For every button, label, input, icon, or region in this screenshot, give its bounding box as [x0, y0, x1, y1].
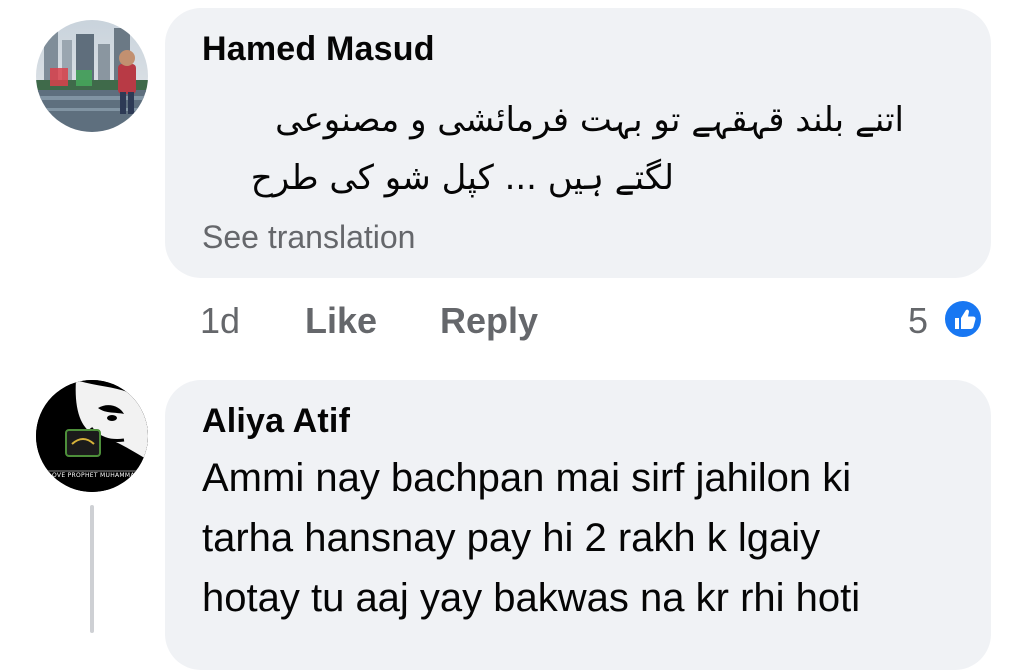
see-translation-link[interactable]: See translation	[202, 219, 415, 256]
avatar-photo	[36, 20, 148, 132]
comment-text-line: tarha hansnay pay hi 2 rakh k lgaiy	[202, 516, 821, 560]
thumbs-up-icon	[942, 298, 984, 340]
avatar-caption: I LOVE PROPHET MUHAMMAD	[44, 472, 140, 479]
comment-text-line: اتنے بلند قہقہے تو بہت فرمائشی و مصنوعی	[275, 100, 904, 140]
comment-timestamp[interactable]: 1d	[200, 300, 240, 342]
thread-line	[90, 505, 94, 633]
avatar-hamed-masud[interactable]	[36, 20, 148, 132]
reaction-count[interactable]: 5	[908, 300, 928, 342]
comment-text-line: hotay tu aaj yay bakwas na kr rhi hoti	[202, 576, 861, 620]
comment-author[interactable]: Aliya Atif	[202, 402, 350, 441]
avatar-aliya-atif[interactable]: I LOVE PROPHET MUHAMMAD	[36, 380, 148, 492]
comment-text-line: لگتے ہیں ... کپل شو کی طرح	[250, 158, 674, 198]
comment-author[interactable]: Hamed Masud	[202, 30, 435, 69]
comment-text-line: Ammi nay bachpan mai sirf jahilon ki	[202, 456, 852, 500]
like-button[interactable]: Like	[305, 300, 377, 342]
reply-button[interactable]: Reply	[440, 300, 538, 342]
